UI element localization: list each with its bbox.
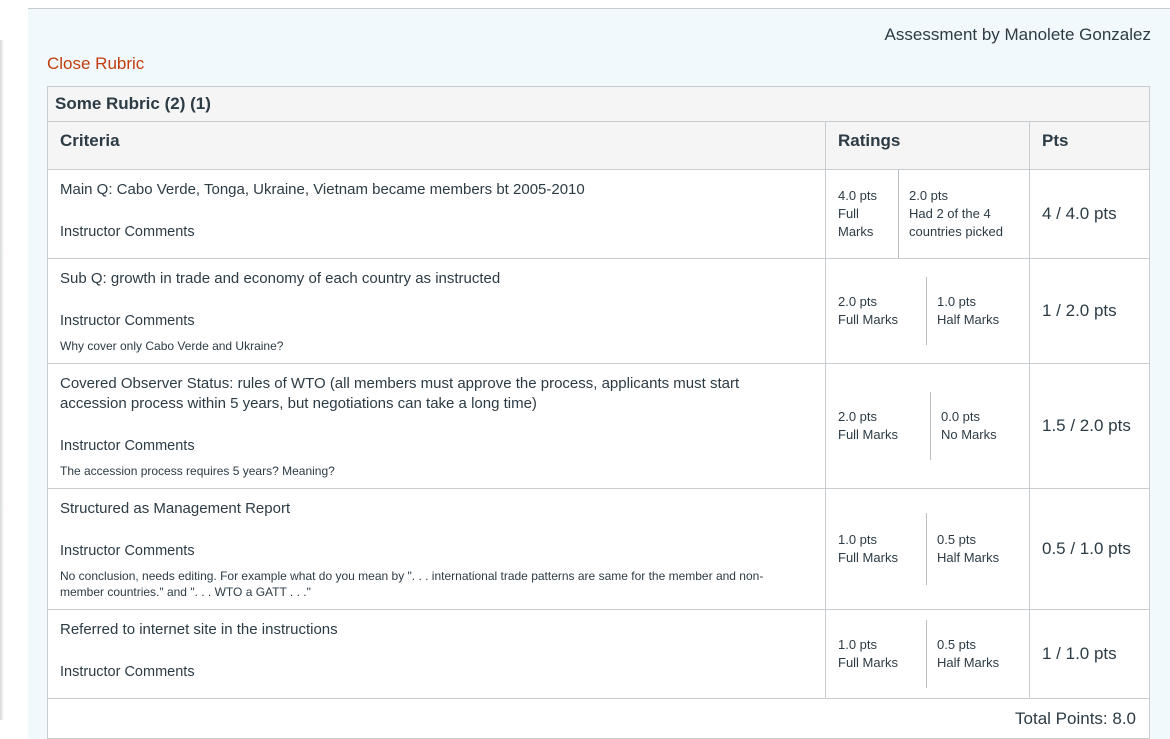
- ratings-cell: 1.0 pts Full Marks 0.5 pts Half Marks: [826, 489, 1030, 609]
- criterion-row: Sub Q: growth in trade and economy of ea…: [48, 259, 1149, 364]
- criterion-cell: Sub Q: growth in trade and economy of ea…: [48, 259, 826, 363]
- criterion-row: Structured as Management Report Instruct…: [48, 489, 1149, 610]
- criteria-header: Criteria: [48, 122, 826, 169]
- criterion-cell: Main Q: Cabo Verde, Tonga, Ukraine, Viet…: [48, 170, 826, 258]
- criterion-cell: Covered Observer Status: rules of WTO (a…: [48, 364, 826, 488]
- rating-option[interactable]: 0.5 pts Half Marks: [937, 531, 1017, 567]
- pts-header: Pts: [1042, 131, 1069, 150]
- rating-divider: [930, 392, 931, 460]
- rating-points: 0.0 pts: [941, 409, 981, 424]
- rating-label: Had 2 of the 4 countries picked: [909, 206, 1003, 239]
- ratings-cell: 2.0 pts Full Marks 1.0 pts Half Marks: [826, 259, 1030, 363]
- rating-points: 1.0 pts: [838, 637, 878, 652]
- rating-points: 0.5 pts: [937, 532, 977, 547]
- rating-option[interactable]: 1.0 pts Full Marks: [838, 531, 926, 567]
- rating-label: Full Marks: [838, 312, 898, 327]
- criterion-row: Covered Observer Status: rules of WTO (a…: [48, 364, 1149, 489]
- rating-points: 1.0 pts: [838, 532, 878, 547]
- rubric-header-row: Criteria Ratings Pts: [48, 122, 1149, 170]
- score: 1.5 / 2.0 pts: [1042, 416, 1131, 435]
- rating-option[interactable]: 0.5 pts Half Marks: [937, 636, 1017, 672]
- criterion-cell: Referred to internet site in the instruc…: [48, 610, 826, 698]
- rating-label: Full Marks: [838, 206, 874, 239]
- rating-points: 1.0 pts: [937, 294, 977, 309]
- close-rubric-link[interactable]: Close Rubric: [47, 54, 144, 74]
- rating-label: Full Marks: [838, 427, 898, 442]
- rating-option[interactable]: 4.0 pts Full Marks: [838, 187, 898, 241]
- rating-label: Full Marks: [838, 550, 898, 565]
- rating-divider: [926, 513, 927, 585]
- ratings-cell: 1.0 pts Full Marks 0.5 pts Half Marks: [826, 610, 1030, 698]
- ratings-cell: 4.0 pts Full Marks 2.0 pts Had 2 of the …: [826, 170, 1030, 258]
- rubric-table: Some Rubric (2) (1) Criteria Ratings Pts…: [47, 86, 1150, 739]
- rating-option[interactable]: 1.0 pts Full Marks: [838, 636, 926, 672]
- rating-divider: [926, 277, 927, 345]
- criterion-row: Main Q: Cabo Verde, Tonga, Ukraine, Viet…: [48, 170, 1149, 259]
- rating-points: 2.0 pts: [838, 294, 878, 309]
- rubric-title: Some Rubric (2) (1): [48, 87, 1149, 122]
- criterion-row: Referred to internet site in the instruc…: [48, 610, 1149, 699]
- instructor-comments-label: Instructor Comments: [60, 438, 195, 454]
- rating-option[interactable]: 2.0 pts Full Marks: [838, 293, 926, 329]
- rating-points: 2.0 pts: [838, 409, 878, 424]
- score: 4 / 4.0 pts: [1042, 204, 1117, 223]
- rating-divider: [898, 170, 899, 258]
- rating-option[interactable]: 2.0 pts Full Marks: [838, 408, 930, 444]
- rating-points: 2.0 pts: [909, 188, 949, 203]
- criterion-description: Main Q: Cabo Verde, Tonga, Ukraine, Viet…: [60, 181, 585, 198]
- criterion-description: Sub Q: growth in trade and economy of ea…: [60, 270, 501, 287]
- rating-label: No Marks: [941, 427, 997, 442]
- rating-option[interactable]: 1.0 pts Half Marks: [937, 293, 1017, 329]
- instructor-comment: The accession process requires 5 years? …: [60, 464, 335, 478]
- left-panel-edge: [0, 40, 4, 720]
- criterion-description: Referred to internet site in the instruc…: [60, 621, 338, 638]
- instructor-comments-label: Instructor Comments: [60, 224, 195, 240]
- criterion-description: Covered Observer Status: rules of WTO (a…: [60, 375, 740, 412]
- ratings-header: Ratings: [826, 122, 1030, 169]
- criterion-cell: Structured as Management Report Instruct…: [48, 489, 826, 609]
- instructor-comment: No conclusion, needs editing. For exampl…: [60, 569, 764, 599]
- criterion-description: Structured as Management Report: [60, 500, 291, 517]
- rating-label: Half Marks: [937, 655, 1000, 670]
- assessor-name: Assessment by Manolete Gonzalez: [884, 25, 1151, 44]
- rating-points: 4.0 pts: [838, 188, 878, 203]
- ratings-cell: 2.0 pts Full Marks 0.0 pts No Marks: [826, 364, 1030, 488]
- rating-option[interactable]: 0.0 pts No Marks: [941, 408, 1017, 444]
- rating-points: 0.5 pts: [937, 637, 977, 652]
- instructor-comment: Why cover only Cabo Verde and Ukraine?: [60, 339, 284, 353]
- instructor-comments-label: Instructor Comments: [60, 664, 195, 680]
- instructor-comments-label: Instructor Comments: [60, 543, 195, 559]
- rating-option[interactable]: 2.0 pts Had 2 of the 4 countries picked: [909, 187, 1017, 241]
- rating-divider: [926, 620, 927, 688]
- score: 0.5 / 1.0 pts: [1042, 539, 1131, 558]
- instructor-comments-label: Instructor Comments: [60, 313, 195, 329]
- score: 1 / 2.0 pts: [1042, 301, 1117, 320]
- rating-label: Full Marks: [838, 655, 898, 670]
- rating-label: Half Marks: [937, 312, 1000, 327]
- score: 1 / 1.0 pts: [1042, 644, 1117, 663]
- total-points: Total Points: 8.0: [1015, 709, 1136, 728]
- rating-label: Half Marks: [937, 550, 1000, 565]
